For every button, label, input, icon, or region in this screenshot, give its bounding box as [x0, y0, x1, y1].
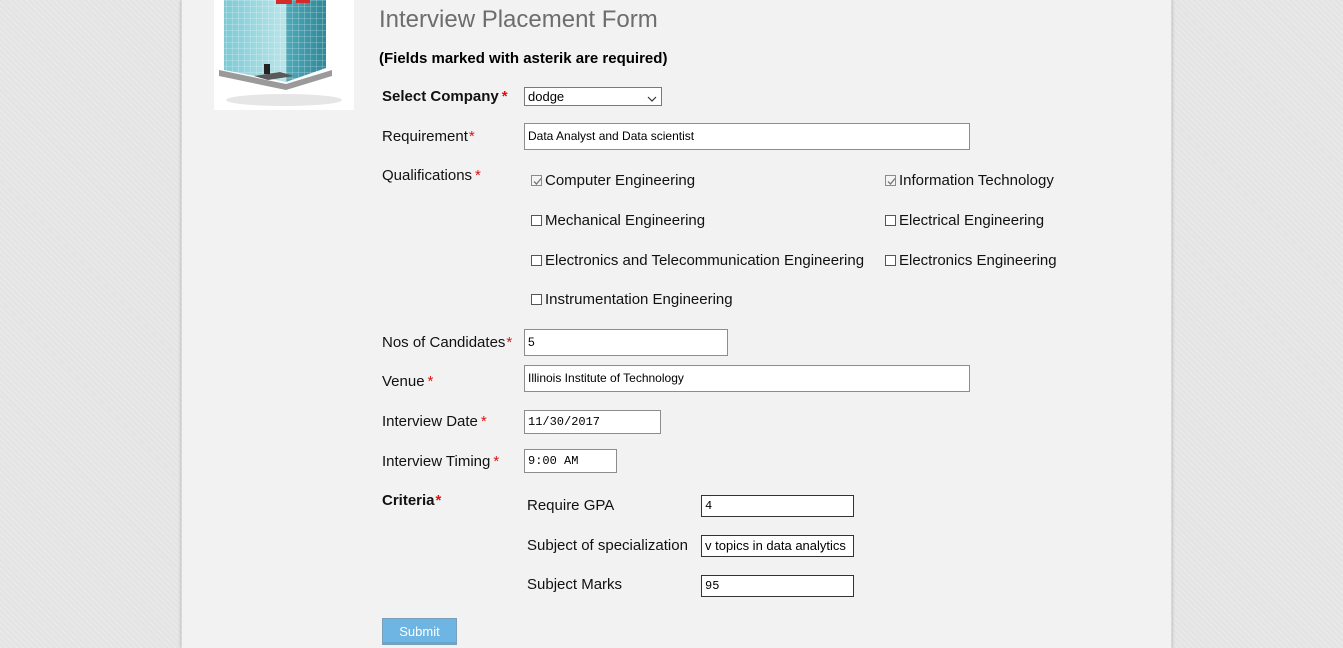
- criteria-label: Criteria*: [382, 492, 441, 509]
- qualification-checkbox-mechanical-engineering[interactable]: Mechanical Engineering: [531, 212, 705, 229]
- select-company-label-text: Select Company: [382, 88, 499, 105]
- checkbox-label: Information Technology: [899, 172, 1054, 189]
- gpa-input[interactable]: 4: [701, 495, 854, 517]
- requirement-label-text: Requirement: [382, 128, 468, 145]
- interview-timing-label-text: Interview Timing: [382, 453, 491, 470]
- qualifications-label: Qualifications *: [382, 167, 481, 184]
- gpa-label: Require GPA: [527, 497, 615, 514]
- venue-label: Venue *: [382, 373, 433, 390]
- submit-button[interactable]: Submit: [382, 618, 457, 645]
- interview-date-input[interactable]: 11/30/2017: [524, 410, 661, 434]
- chevron-down-icon: [647, 91, 657, 102]
- required-marker: *: [427, 373, 434, 390]
- interview-date-label-text: Interview Date: [382, 413, 478, 430]
- checkbox[interactable]: [531, 175, 542, 186]
- building-logo-icon: [214, 0, 354, 110]
- required-marker: *: [501, 88, 508, 105]
- page-title: Interview Placement Form: [379, 6, 658, 33]
- checkbox-label: Mechanical Engineering: [545, 212, 706, 229]
- required-marker: *: [468, 128, 475, 145]
- required-marker: *: [506, 334, 513, 351]
- company-select-value: dodge: [528, 89, 565, 104]
- required-fields-note: (Fields marked with asterik are required…: [379, 50, 668, 67]
- checkbox[interactable]: [885, 175, 896, 186]
- checkbox[interactable]: [885, 215, 896, 226]
- candidates-label: Nos of Candidates*: [382, 334, 512, 351]
- venue-label-text: Venue: [382, 373, 425, 390]
- candidates-label-text: Nos of Candidates: [382, 334, 506, 351]
- requirement-label: Requirement*: [382, 128, 475, 145]
- required-marker: *: [493, 453, 500, 470]
- venue-input[interactable]: Illinois Institute of Technology: [524, 365, 970, 392]
- checkbox[interactable]: [885, 255, 896, 266]
- interview-timing-label: Interview Timing *: [382, 453, 499, 470]
- checkbox-label: Computer Engineering: [545, 172, 696, 189]
- checkbox-label: Electrical Engineering: [899, 212, 1045, 229]
- qualification-checkbox-instrumentation-engineering[interactable]: Instrumentation Engineering: [531, 291, 733, 308]
- qualification-checkbox-computer-engineering[interactable]: Computer Engineering: [531, 172, 695, 189]
- qualification-checkbox-information-technology[interactable]: Information Technology: [885, 172, 1054, 189]
- required-marker: *: [435, 492, 442, 509]
- specialization-label: Subject of specialization: [527, 537, 688, 554]
- checkmark-icon: [887, 178, 896, 185]
- checkbox[interactable]: [531, 255, 542, 266]
- checkbox-label: Instrumentation Engineering: [545, 291, 733, 308]
- company-select[interactable]: dodge: [524, 87, 662, 106]
- checkbox-label: Electronics and Telecommunication Engine…: [545, 252, 865, 269]
- interview-timing-input[interactable]: 9:00 AM: [524, 449, 617, 473]
- checkbox[interactable]: [531, 215, 542, 226]
- checkmark-icon: [533, 178, 542, 185]
- checkbox[interactable]: [531, 294, 542, 305]
- select-company-label: Select Company *: [382, 88, 508, 105]
- qualification-checkbox-electronics-telecommunication-engineering[interactable]: Electronics and Telecommunication Engine…: [531, 252, 864, 269]
- interview-date-label: Interview Date *: [382, 413, 487, 430]
- marks-label: Subject Marks: [527, 576, 623, 593]
- required-marker: *: [475, 167, 481, 184]
- qualification-checkbox-electrical-engineering[interactable]: Electrical Engineering: [885, 212, 1044, 229]
- qualifications-label-text: Qualifications: [382, 167, 473, 184]
- candidates-input[interactable]: 5: [524, 329, 728, 356]
- requirement-input[interactable]: Data Analyst and Data scientist: [524, 123, 970, 150]
- qualification-checkbox-electronics-engineering[interactable]: Electronics Engineering: [885, 252, 1057, 269]
- checkbox-label: Electronics Engineering: [899, 252, 1057, 269]
- criteria-label-text: Criteria: [382, 492, 435, 509]
- specialization-input[interactable]: v topics in data analytics: [701, 535, 854, 557]
- required-marker: *: [480, 413, 487, 430]
- marks-input[interactable]: 95: [701, 575, 854, 597]
